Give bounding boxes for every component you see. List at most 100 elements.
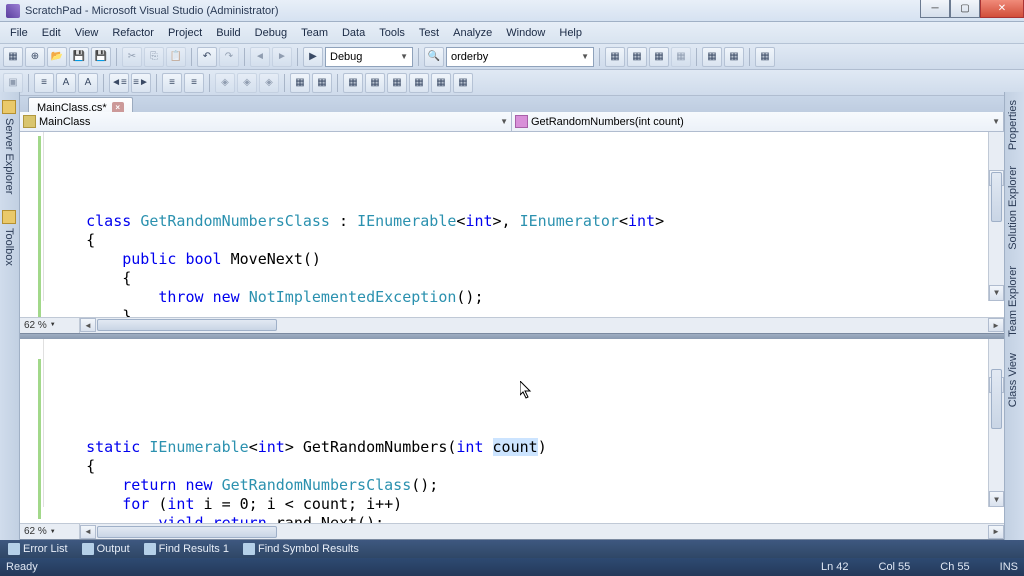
new-project-button[interactable]: ▦ [3,47,23,67]
code-editor-top[interactable]: ▲ ▼ class GetRandomNumbersClass : IEnume… [20,132,1004,317]
menu-help[interactable]: Help [552,24,589,42]
menu-test[interactable]: Test [412,24,446,42]
redo-button[interactable]: ↷ [219,47,239,67]
add-item-button[interactable]: ⊕ [25,47,45,67]
status-bar: Ready Ln 42 Col 55 Ch 55 INS [0,558,1024,576]
object-browser-button[interactable]: ▣ [3,73,23,93]
tb-btn-e[interactable]: ▦ [702,47,722,67]
bottom-dock-tabs: Error List Output Find Results 1 Find Sy… [0,540,1024,558]
hscroll-thumb[interactable] [97,526,277,538]
menu-data[interactable]: Data [335,24,372,42]
tb-btn-a[interactable]: ▦ [605,47,625,67]
scroll-left-icon[interactable]: ◄ [80,525,96,539]
menu-window[interactable]: Window [499,24,552,42]
toolbar-separator [116,48,117,66]
open-button[interactable]: 📂 [47,47,67,67]
close-button[interactable]: ✕ [980,0,1024,18]
vertical-scrollbar[interactable]: ▲ ▼ [988,339,1004,508]
scroll-thumb[interactable] [991,369,1002,429]
maximize-button[interactable]: ▢ [950,0,980,18]
output-tab[interactable]: Output [76,541,136,557]
member-nav-combo[interactable]: GetRandomNumbers(int count)▼ [512,112,1004,131]
menu-build[interactable]: Build [209,24,247,42]
toolbar-separator [103,74,104,92]
zoom-combo[interactable]: 62 %▼ [20,318,80,333]
menu-view[interactable]: View [68,24,106,42]
tb2-d[interactable]: ▦ [290,73,310,93]
save-all-button[interactable]: 💾 [91,47,111,67]
tb2-a[interactable]: ≡ [34,73,54,93]
cut-button[interactable]: ✂ [122,47,142,67]
toolbox-icon [2,210,16,224]
output-icon [82,543,94,555]
vertical-scrollbar[interactable]: ▲ ▼ [988,132,1004,301]
tb-btn-f[interactable]: ▦ [724,47,744,67]
menu-refactor[interactable]: Refactor [105,24,161,42]
tb-btn-g[interactable]: ▦ [755,47,775,67]
tb2-h[interactable]: ▦ [387,73,407,93]
class-view-tab[interactable]: Class View [1005,345,1021,415]
error-list-tab[interactable]: Error List [2,541,74,557]
find-results-1-tab[interactable]: Find Results 1 [138,541,235,557]
find-symbol-results-tab[interactable]: Find Symbol Results [237,541,365,557]
tb2-g[interactable]: ▦ [365,73,385,93]
tb-btn-b[interactable]: ▦ [627,47,647,67]
save-button[interactable]: 💾 [69,47,89,67]
start-debug-button[interactable]: ▶ [303,47,323,67]
increase-indent-button[interactable]: ≡► [131,73,151,93]
bookmark-toggle-button[interactable]: ◈ [215,73,235,93]
scroll-right-icon[interactable]: ► [988,318,1004,332]
menu-edit[interactable]: Edit [35,24,68,42]
code-editor-bottom[interactable]: ▲ ▼ static IEnumerable<int> GetRandomNum… [20,339,1004,524]
bookmark-prev-button[interactable]: ◈ [237,73,257,93]
scroll-thumb[interactable] [991,172,1002,222]
paste-button[interactable]: 📋 [166,47,186,67]
decrease-indent-button[interactable]: ◄≡ [109,73,129,93]
hscroll-thumb[interactable] [97,319,277,331]
team-explorer-tab[interactable]: Team Explorer [1005,258,1021,345]
find-button[interactable]: 🔍 [424,47,444,67]
comment-button[interactable]: ≡ [162,73,182,93]
menu-team[interactable]: Team [294,24,335,42]
menu-file[interactable]: File [3,24,35,42]
toolbox-tab[interactable]: Toolbox [0,202,18,274]
solution-explorer-tab[interactable]: Solution Explorer [1005,158,1021,258]
bookmark-next-button[interactable]: ◈ [259,73,279,93]
toolbar-separator [297,48,298,66]
tb-btn-d[interactable]: ▦ [671,47,691,67]
properties-tab[interactable]: Properties [1005,92,1021,158]
tb2-e[interactable]: ▦ [312,73,332,93]
scroll-down-icon[interactable]: ▼ [989,491,1004,507]
undo-button[interactable]: ↶ [197,47,217,67]
tb2-j[interactable]: ▦ [431,73,451,93]
tb2-c[interactable]: A [78,73,98,93]
config-combo[interactable]: Debug▼ [325,47,413,67]
tb2-b[interactable]: A [56,73,76,93]
nav-back-button[interactable]: ◄ [250,47,270,67]
menu-project[interactable]: Project [161,24,209,42]
zoom-combo[interactable]: 62 %▼ [20,524,80,539]
status-line: Ln 42 [821,561,849,573]
tb2-i[interactable]: ▦ [409,73,429,93]
nav-fwd-button[interactable]: ► [272,47,292,67]
tb-btn-c[interactable]: ▦ [649,47,669,67]
text-editor-toolbar: ▣ ≡ A A ◄≡ ≡► ≡ ≡ ◈ ◈ ◈ ▦ ▦ ▦ ▦ ▦ ▦ ▦ ▦ [0,70,1024,96]
menu-tools[interactable]: Tools [372,24,412,42]
uncomment-button[interactable]: ≡ [184,73,204,93]
server-explorer-tab[interactable]: Server Explorer [0,92,18,202]
status-text: Ready [6,561,38,573]
copy-button[interactable]: ⎘ [144,47,164,67]
type-nav-combo[interactable]: MainClass▼ [20,112,512,131]
find-results-icon [144,543,156,555]
toolbar-separator [244,48,245,66]
scroll-right-icon[interactable]: ► [988,525,1004,539]
quick-find-combo[interactable]: orderby▼ [446,47,594,67]
menu-analyze[interactable]: Analyze [446,24,499,42]
scroll-left-icon[interactable]: ◄ [80,318,96,332]
tb2-f[interactable]: ▦ [343,73,363,93]
tb2-k[interactable]: ▦ [453,73,473,93]
minimize-button[interactable]: ─ [920,0,950,18]
menu-debug[interactable]: Debug [248,24,294,42]
scroll-down-icon[interactable]: ▼ [989,285,1004,301]
window-title: ScratchPad - Microsoft Visual Studio (Ad… [25,5,279,17]
